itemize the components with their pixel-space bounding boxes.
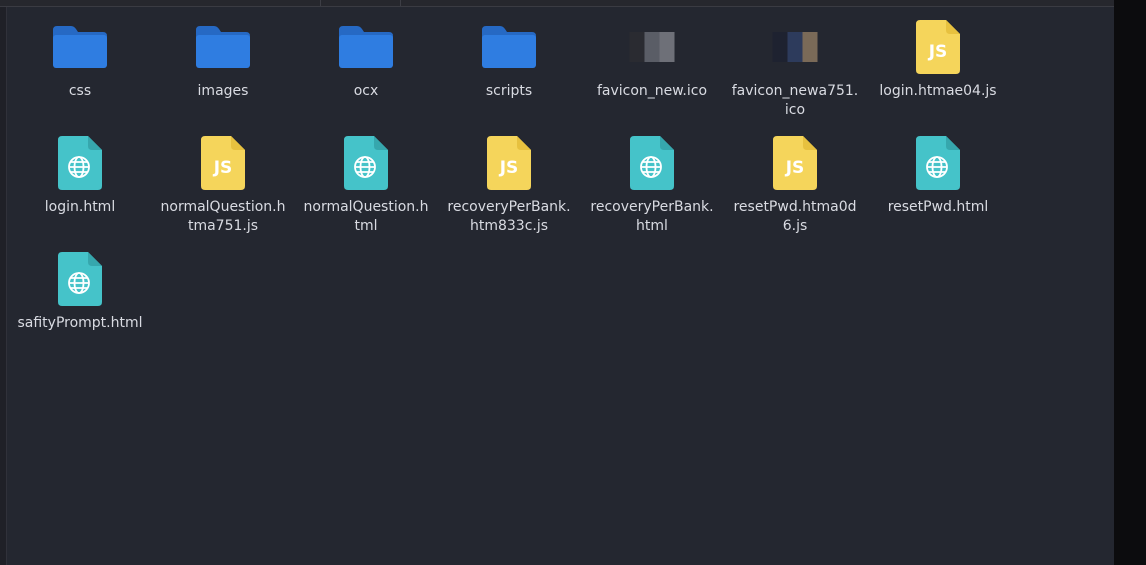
- svg-text:JS: JS: [499, 158, 519, 178]
- image-thumbnail-icon: [772, 32, 818, 62]
- file-item-login-html[interactable]: login.html: [13, 133, 147, 217]
- file-item-icon: [13, 17, 147, 77]
- javascript-file-icon: JS: [201, 136, 245, 190]
- file-item-label: resetPwd.htma0d6.js: [733, 199, 857, 234]
- file-item-normalquestion-html[interactable]: normalQuestion.html: [299, 133, 433, 236]
- file-item-recoveryperbank-htm833c-js[interactable]: JS recoveryPerBank.htm833c.js: [442, 133, 576, 236]
- file-item-label: login.htmae04.js: [879, 83, 997, 99]
- javascript-file-icon: JS: [487, 136, 531, 190]
- file-item-icon: [728, 17, 862, 77]
- file-item-label: favicon_newa751.ico: [731, 83, 859, 118]
- file-item-icon: JS: [156, 133, 290, 193]
- folder-icon: [482, 26, 536, 68]
- file-item-label: recoveryPerBank.htm833c.js: [447, 199, 571, 234]
- top-bar-divider: [400, 0, 401, 6]
- file-item-images[interactable]: images: [156, 17, 290, 101]
- window-left-border: [0, 0, 7, 565]
- file-item-icon: [13, 133, 147, 193]
- file-item-label: normalQuestion.html: [303, 199, 429, 234]
- file-item-label: favicon_new.ico: [596, 83, 708, 99]
- folder-icon: [196, 26, 250, 68]
- file-item-icon: [13, 249, 147, 309]
- file-item-icon: [442, 17, 576, 77]
- file-item-icon: [585, 133, 719, 193]
- file-item-icon: [156, 17, 290, 77]
- file-item-scripts[interactable]: scripts: [442, 17, 576, 101]
- file-item-label: ocx: [353, 83, 379, 99]
- file-item-css[interactable]: css: [13, 17, 147, 101]
- svg-text:JS: JS: [928, 42, 948, 62]
- file-item-favicon-newa751-ico[interactable]: favicon_newa751.ico: [728, 17, 862, 120]
- file-item-icon: JS: [442, 133, 576, 193]
- file-item-resetpwd-html[interactable]: resetPwd.html: [871, 133, 1005, 217]
- html-file-icon: [630, 136, 674, 190]
- file-item-safityprompt-html[interactable]: safityPrompt.html: [13, 249, 147, 333]
- file-item-label: recoveryPerBank.html: [590, 199, 714, 234]
- file-item-label: login.html: [44, 199, 116, 215]
- svg-text:JS: JS: [213, 158, 233, 178]
- file-item-icon: [299, 133, 433, 193]
- file-item-label: normalQuestion.htma751.js: [160, 199, 286, 234]
- file-item-icon: JS: [871, 17, 1005, 77]
- file-item-icon: [585, 17, 719, 77]
- file-item-ocx[interactable]: ocx: [299, 17, 433, 101]
- file-item-label: images: [197, 83, 249, 99]
- svg-text:JS: JS: [785, 158, 805, 178]
- window-top-bar: [0, 0, 1114, 7]
- file-manager-window: css images ocx scripts favicon_new.ico f…: [0, 0, 1146, 565]
- top-bar-divider: [320, 0, 321, 6]
- window-right-edge: [1114, 0, 1146, 565]
- file-item-normalquestion-htma751-js[interactable]: JS normalQuestion.htma751.js: [156, 133, 290, 236]
- file-item-favicon-new-ico[interactable]: favicon_new.ico: [585, 17, 719, 101]
- file-item-label: scripts: [485, 83, 533, 99]
- javascript-file-icon: JS: [916, 20, 960, 74]
- folder-icon: [53, 26, 107, 68]
- file-item-label: css: [68, 83, 92, 99]
- file-item-recoveryperbank-html[interactable]: recoveryPerBank.html: [585, 133, 719, 236]
- file-item-icon: [299, 17, 433, 77]
- html-file-icon: [916, 136, 960, 190]
- file-item-icon: [871, 133, 1005, 193]
- file-item-icon: JS: [728, 133, 862, 193]
- file-item-label: safityPrompt.html: [17, 315, 143, 331]
- file-item-login-htmae04-js[interactable]: JS login.htmae04.js: [871, 17, 1005, 101]
- image-thumbnail-icon: [629, 32, 675, 62]
- html-file-icon: [58, 252, 102, 306]
- folder-icon: [339, 26, 393, 68]
- file-item-label: resetPwd.html: [887, 199, 989, 215]
- html-file-icon: [344, 136, 388, 190]
- javascript-file-icon: JS: [773, 136, 817, 190]
- file-item-resetpwd-htma0d6-js[interactable]: JS resetPwd.htma0d6.js: [728, 133, 862, 236]
- html-file-icon: [58, 136, 102, 190]
